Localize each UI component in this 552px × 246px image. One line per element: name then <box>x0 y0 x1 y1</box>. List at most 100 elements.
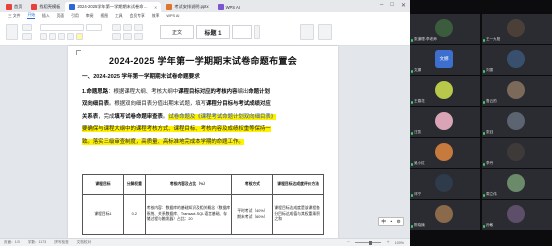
participant-tile[interactable]: 李丹 <box>482 138 552 168</box>
font-size-select[interactable] <box>86 24 102 31</box>
paste-button[interactable] <box>6 24 18 40</box>
tab-current-document[interactable]: 2024-2025学年第一学期期末试卷命题布置会✕ <box>65 2 162 12</box>
ribbon-tab-tools[interactable]: 工具 <box>115 14 123 19</box>
zoom-slider-knob[interactable] <box>369 240 373 245</box>
participant-tile[interactable]: 鲁云的 <box>482 76 552 106</box>
font-family-select[interactable] <box>40 24 84 31</box>
text-run: 课程目标对应的考核内容 <box>178 89 238 95</box>
style-normal[interactable]: 正文 <box>160 25 194 39</box>
participant-tile[interactable]: 吴小红 <box>410 138 480 168</box>
close-tab-icon[interactable]: ✕ <box>154 5 157 10</box>
table-cell: 平时考试（40%） 期末考试（60%） <box>231 194 274 235</box>
bullets-button[interactable] <box>112 24 121 31</box>
table-header: 考核方式 <box>231 174 274 195</box>
participant-tile[interactable]: 陈晓楠 <box>410 200 480 230</box>
mic-icon <box>411 163 413 166</box>
margin-mark <box>76 50 81 55</box>
ribbon-tab-reference[interactable]: 引用 <box>71 14 79 19</box>
participant-name: 刘振 <box>486 68 494 72</box>
participant-name: 汪凯 <box>414 130 422 134</box>
page-count[interactable]: 页面：1/3 <box>4 240 20 245</box>
text-run: 。根据双向细目表分值出期末试题，填写 <box>108 101 207 108</box>
minimize-icon[interactable]: – <box>380 2 383 9</box>
font-color-button[interactable] <box>67 33 74 40</box>
ribbon-tab-page[interactable]: 页面 <box>57 14 65 19</box>
participant-tile[interactable]: 邓宁 <box>410 169 480 199</box>
text-run: ，完成 <box>98 113 115 120</box>
text-run: 填写试卷命题审查表 <box>114 113 163 120</box>
select-button[interactable] <box>318 24 332 40</box>
participant-name: 张道理-李老师 <box>414 37 437 41</box>
mic-icon <box>483 132 485 135</box>
avatar <box>507 174 525 192</box>
participant-tile[interactable]: 张道理-李老师 <box>410 14 480 44</box>
tab-home[interactable]: 首页 <box>2 2 26 12</box>
participant-tile[interactable]: 周立伟 <box>482 169 552 199</box>
cut-button[interactable] <box>22 33 32 40</box>
avatar <box>507 50 525 68</box>
text-run: 1.命题思路 <box>82 89 109 95</box>
tab-wps-ai[interactable]: WPS AI <box>214 2 244 12</box>
word-count[interactable]: 字数：1173 <box>28 240 47 245</box>
ribbon-tab-insert[interactable]: 插入 <box>42 14 50 19</box>
numbering-button[interactable] <box>123 24 132 31</box>
ribbon-tab-home[interactable]: 开始 <box>27 13 36 19</box>
table-header-row: 课程目标 分解权重 考核内容及占比（%） 考核方式 课程目标达成度评价方法 <box>82 174 324 195</box>
styles-more-button[interactable] <box>254 25 260 39</box>
table-header: 分解权重 <box>122 174 146 195</box>
underline-button[interactable] <box>58 33 65 40</box>
ribbon-tab-review[interactable]: 审阅 <box>86 14 94 19</box>
zoom-slider[interactable] <box>355 240 382 245</box>
avatar <box>435 19 453 37</box>
style-heading-2[interactable] <box>232 25 252 39</box>
participant-tile[interactable]: 王一九阳 <box>482 14 552 44</box>
participant-tile[interactable]: 汪凯 <box>410 107 480 137</box>
ribbon-tab-wps-ai[interactable]: WPS AI <box>166 14 179 18</box>
tab-templates[interactable]: 找稻壳模板 <box>27 2 64 12</box>
avatar <box>507 81 525 99</box>
participant-tile[interactable]: 张钰 <box>482 107 552 137</box>
ime-indicator[interactable]: 中 • ⚙ <box>378 217 404 226</box>
proofread[interactable]: 文档校对 <box>77 240 91 245</box>
document-canvas[interactable]: 2024-2025 学年第一学期期末试卷命题布置会 一、2024-2025 学年… <box>0 46 410 238</box>
find-replace-button[interactable] <box>300 24 314 40</box>
ribbon-toolbar: 正文 标题 1 <box>0 20 410 46</box>
spell-check[interactable]: 拼写检查 <box>54 240 68 245</box>
italic-button[interactable] <box>49 33 56 40</box>
maximize-icon[interactable]: □ <box>390 2 394 9</box>
tab-pptx[interactable]: 考试安排说明.pptx <box>162 2 212 12</box>
ribbon-tab-file[interactable]: 三 文件 <box>8 14 20 19</box>
avatar: 文娜 <box>435 50 453 68</box>
zoom-in-icon[interactable]: ＋ <box>386 240 390 245</box>
mic-icon <box>411 194 413 197</box>
participant-tile[interactable]: 孙敏 <box>482 200 552 230</box>
highlight-button[interactable] <box>76 33 83 40</box>
align-center-button[interactable] <box>123 33 132 40</box>
participant-name: 邓宁 <box>414 192 422 196</box>
line-spacing-button[interactable] <box>134 33 143 40</box>
document-page[interactable]: 2024-2025 学年第一学期期末试卷命题布置会 一、2024-2025 学年… <box>68 46 338 238</box>
participant-tile[interactable]: 王春花 <box>410 76 480 106</box>
align-left-button[interactable] <box>112 33 121 40</box>
table-cell: 考核内容：数据库的基础知识及相关概念（数据库系统、关系数据库、Transact-… <box>144 194 233 235</box>
avatar <box>507 19 525 37</box>
close-icon[interactable]: ✕ <box>401 2 406 9</box>
bold-button[interactable] <box>40 33 47 40</box>
zoom-level[interactable]: 100% <box>395 241 404 245</box>
text-run: 致。落实三级审查制度，高质量、高标准地完成本学期的命题工作。 <box>82 138 244 145</box>
table-cell: 课程目标达成度是该课程各分目标达成值与其权重乘积之和 <box>272 194 324 235</box>
zoom-out-icon[interactable]: － <box>347 240 351 245</box>
style-heading-1[interactable]: 标题 1 <box>196 25 230 39</box>
table-cell: 课程目标1 <box>82 194 124 235</box>
ribbon-tab-view[interactable]: 视图 <box>100 14 108 19</box>
format-painter-button[interactable] <box>22 24 32 31</box>
home-icon <box>6 4 12 10</box>
ribbon-tab-efficiency[interactable]: 效率 <box>152 14 160 19</box>
ribbon-tab-member[interactable]: 会员专享 <box>130 14 145 19</box>
table-row: 课程目标1 0.2 考核内容：数据库的基础知识及相关概念（数据库系统、关系数据库… <box>82 194 324 235</box>
participant-tile[interactable]: 文娜 文娜 <box>410 45 480 75</box>
mic-icon <box>411 225 413 228</box>
table-header: 课程目标 <box>82 174 124 195</box>
indent-button[interactable] <box>134 24 143 31</box>
participant-tile[interactable]: 刘振 <box>482 45 552 75</box>
